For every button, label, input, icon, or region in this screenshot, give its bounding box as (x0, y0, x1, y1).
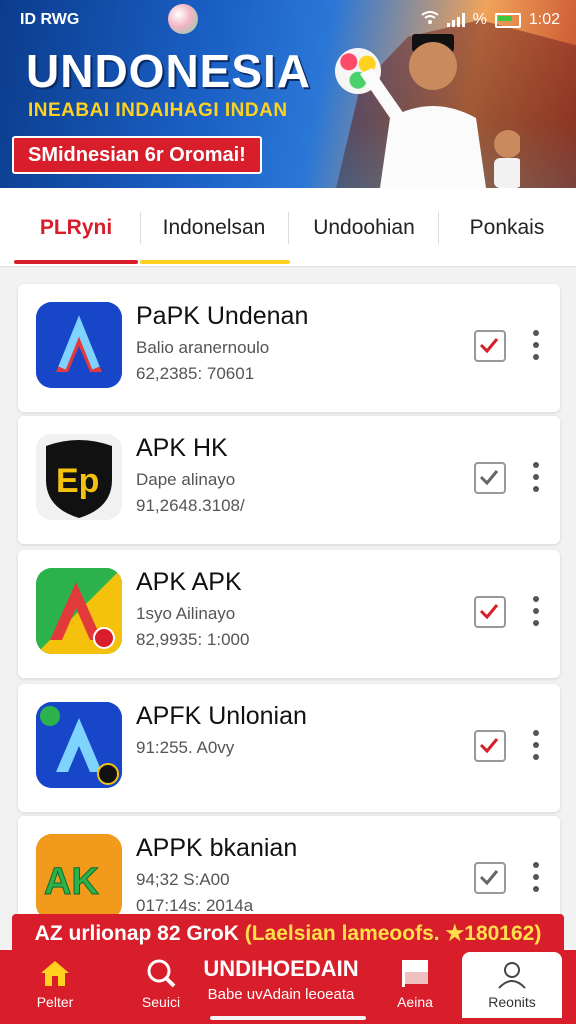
svg-text:AK: AK (44, 861, 99, 903)
nav-center-title: UNDIHOEDAIN (203, 956, 359, 981)
app-name: APK HK (136, 434, 228, 462)
nav-search-label: Seuici (141, 994, 181, 1010)
app-meta: 91:255. A0vy (136, 738, 235, 757)
select-checkbox[interactable] (474, 596, 506, 628)
nav-search[interactable]: Seuici (128, 954, 194, 1020)
status-bar: ID RWG % 1:02 (20, 8, 560, 32)
nav-flag[interactable]: Aeina (380, 954, 450, 1020)
promo-banner-bar[interactable]: AZ urlionap 82 GroK (Laelsian lameoofs. … (12, 914, 564, 954)
list-item[interactable]: APK APK 1syo Ailinayo 82,9935: 1:000 (18, 550, 560, 678)
checkmark-icon (479, 604, 499, 620)
hero-banner[interactable]: ID RWG % 1:02 UNDONESIA INEABAI INDAIHAG… (0, 0, 576, 188)
app-meta: Dape alinayo (136, 470, 236, 489)
app-icon (36, 568, 122, 654)
tab-divider (288, 212, 289, 244)
wifi-icon (421, 10, 439, 30)
more-options-icon[interactable] (528, 596, 544, 626)
flag-icon (402, 960, 428, 987)
tab-underline-secondary (140, 260, 290, 264)
app-stats: 82,9935: 1:000 (136, 630, 250, 649)
more-options-icon[interactable] (528, 862, 544, 892)
select-checkbox[interactable] (474, 862, 506, 894)
banner-title: UNDONESIA (26, 45, 312, 97)
banner-subtitle: INEABAI INDAIHAGI INDAN (28, 100, 288, 121)
app-name: APPK bkanian (136, 834, 298, 862)
list-item[interactable]: PaPK Undenan Balio aranernoulo 62,2385: … (18, 284, 560, 412)
app-name: APFK Unlonian (136, 702, 307, 730)
select-checkbox[interactable] (474, 330, 506, 362)
checkmark-icon (479, 738, 499, 754)
checkmark-icon (479, 470, 499, 486)
checkmark-icon (479, 338, 499, 354)
signal-icon (446, 13, 465, 27)
nav-home-label: Pelter (36, 994, 74, 1010)
active-tab-underline (14, 260, 138, 264)
app-meta: 94;32 S:A00 (136, 870, 230, 889)
app-stats: 62,2385: 70601 (136, 364, 255, 383)
carrier-label: ID RWG (20, 11, 80, 28)
tab-playing[interactable]: PLRyni (14, 188, 138, 266)
home-icon (41, 961, 69, 986)
list-item[interactable]: AK APPK bkanian 94;32 S:A00 017:14s: 201… (18, 816, 560, 928)
app-meta: Balio aranernoulo (136, 338, 270, 357)
promo-highlight: (Laelsian lameoofs. ★180162) (244, 922, 542, 945)
app-icon (36, 302, 122, 388)
battery-percent: % (472, 11, 487, 28)
list-item[interactable]: Ep APK HK Dape alinayo 91,2648.3108/ (18, 416, 560, 544)
home-indicator[interactable] (210, 1016, 366, 1020)
battery-icon (494, 12, 521, 28)
tab-divider (438, 212, 439, 244)
tab-ranking[interactable]: Ponkais (444, 188, 570, 266)
nav-profile-label: Reonits (488, 994, 536, 1010)
select-checkbox[interactable] (474, 730, 506, 762)
nav-profile[interactable]: Reonits (462, 952, 562, 1018)
app-stats: 017:14s: 2014a (136, 896, 254, 915)
nav-center-subtitle: Babe uvAdain leoeata (207, 986, 355, 1003)
promo-text: AZ urlionap 82 GroK (34, 922, 239, 945)
clock: 1:02 (528, 11, 560, 28)
app-name: PaPK Undenan (136, 302, 309, 330)
category-tabs: PLRyni Indonelsan Undoohian Ponkais (0, 188, 576, 267)
checkmark-icon (479, 870, 499, 886)
app-icon: AK (36, 834, 122, 920)
select-checkbox[interactable] (474, 462, 506, 494)
person-illustration (360, 34, 520, 188)
search-icon (147, 959, 176, 988)
tab-download[interactable]: Undoohian (294, 188, 434, 266)
tab-divider (140, 212, 141, 244)
tab-indonesian[interactable]: Indonelsan (146, 188, 282, 266)
app-icon: Ep (36, 434, 122, 520)
nav-home[interactable]: Pelter (22, 954, 88, 1020)
app-name: APK APK (136, 568, 242, 596)
more-options-icon[interactable] (528, 730, 544, 760)
app-meta: 1syo Ailinayo (136, 604, 236, 623)
bottom-navigation: Pelter Seuici UNDIHOEDAIN Babe uvAdain l… (0, 950, 576, 1024)
app-stats: 91,2648.3108/ (136, 496, 245, 515)
app-icon (36, 702, 122, 788)
profile-icon (498, 962, 526, 989)
banner-promo-button[interactable]: SMidnesian 6r Oromai! (12, 136, 262, 174)
more-options-icon[interactable] (528, 330, 544, 360)
svg-text:Ep: Ep (56, 462, 99, 500)
list-item[interactable]: APFK Unlonian 91:255. A0vy (18, 684, 560, 812)
nav-center-feature[interactable]: UNDIHOEDAIN Babe uvAdain leoeata (196, 956, 366, 1003)
more-options-icon[interactable] (528, 462, 544, 492)
nav-flag-label: Aeina (397, 994, 433, 1010)
